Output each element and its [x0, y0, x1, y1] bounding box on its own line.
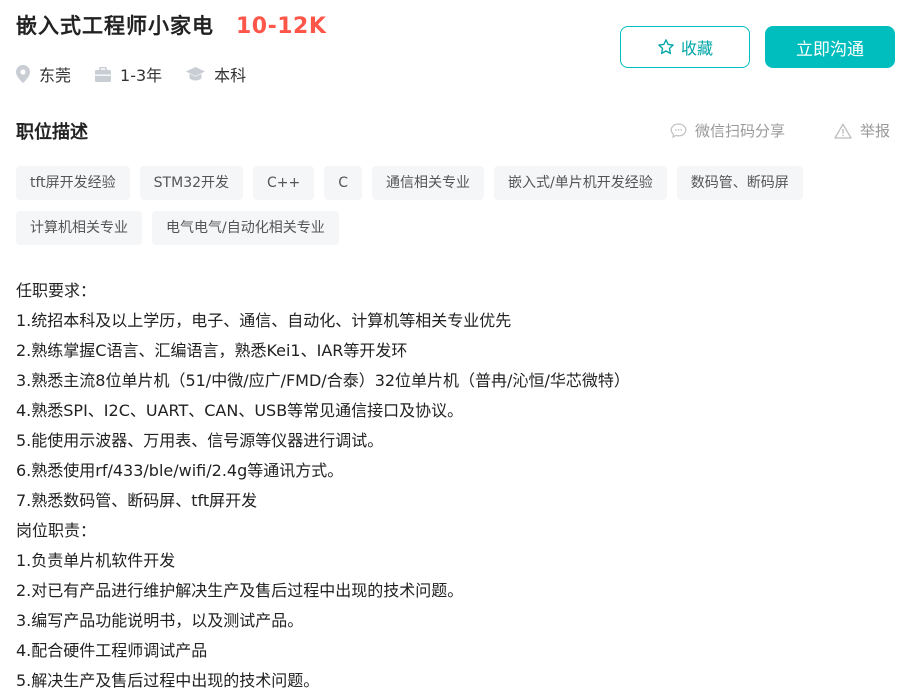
- description-line: 1.负责单片机软件开发: [16, 551, 176, 570]
- description-line: 2.熟练掌握C语言、汇编语言，熟悉Kei1、IAR等开发环: [16, 341, 408, 360]
- job-header: 嵌入式工程师小家电 10-12K 东莞 1-3年 本科 收藏 立即沟通: [16, 10, 895, 90]
- skill-tag: C: [324, 166, 363, 200]
- skill-tag: 电气电气/自动化相关专业: [152, 211, 339, 245]
- description-line: 1.统招本科及以上学历，电子、通信、自动化、计算机等相关专业优先: [16, 311, 512, 330]
- description-line: 2.对已有产品进行维护解决生产及售后过程中出现的技术问题。: [16, 581, 464, 600]
- star-icon: [658, 39, 674, 55]
- warning-icon: [834, 123, 852, 139]
- skill-tag: 通信相关专业: [372, 166, 485, 200]
- salary: 10-12K: [236, 14, 327, 39]
- section-title: 职位描述: [16, 122, 88, 143]
- description-line: 岗位职责：: [16, 521, 97, 540]
- description-line: 5.解决生产及售后过程中出现的技术问题。: [16, 671, 320, 690]
- briefcase-icon: [95, 66, 112, 82]
- education-text: 本科: [214, 66, 247, 85]
- description-line: 4.熟悉SPI、I2C、UART、CAN、USB等常见通信接口及协议。: [16, 401, 464, 420]
- experience-item: 1-3年: [95, 62, 162, 86]
- report-link[interactable]: 举报: [834, 120, 890, 141]
- description-line: 任职要求：: [16, 281, 97, 300]
- location-text: 东莞: [39, 66, 72, 85]
- section-header: 职位描述 微信扫码分享 举报: [16, 118, 896, 146]
- job-title: 嵌入式工程师小家电: [16, 14, 214, 38]
- skill-tag: STM32开发: [139, 166, 244, 200]
- skill-tag: 计算机相关专业: [16, 211, 142, 245]
- wechat-share-link[interactable]: 微信扫码分享: [670, 120, 785, 141]
- location-pin-icon: [16, 65, 30, 83]
- skill-tag: tft屏开发经验: [16, 166, 130, 200]
- description-line: 3.编写产品功能说明书，以及测试产品。: [16, 611, 304, 630]
- experience-text: 1-3年: [120, 66, 163, 85]
- education-item: 本科: [186, 62, 246, 86]
- skill-tag: 嵌入式/单片机开发经验: [494, 166, 667, 200]
- chat-now-button[interactable]: 立即沟通: [765, 26, 895, 68]
- title-row: 嵌入式工程师小家电 10-12K: [16, 10, 886, 40]
- description-line: 3.熟悉主流8位单片机（51/中微/应广/FMD/合泰）32位单片机（普冉/沁恒…: [16, 371, 630, 390]
- share-label: 微信扫码分享: [695, 122, 786, 140]
- description-line: 7.熟悉数码管、断码屏、tft屏开发: [16, 491, 258, 510]
- graduation-cap-icon: [186, 67, 206, 81]
- skill-tag: 数码管、断码屏: [676, 166, 803, 200]
- job-description: 任职要求： 1.统招本科及以上学历，电子、通信、自动化、计算机等相关专业优先 2…: [16, 276, 886, 696]
- favorite-label: 收藏: [680, 41, 713, 58]
- wechat-icon: [670, 122, 687, 138]
- favorite-button[interactable]: 收藏: [620, 26, 750, 68]
- skill-tag: C++: [253, 166, 315, 200]
- description-line: 5.能使用示波器、万用表、信号源等仪器进行调试。: [16, 431, 384, 450]
- description-line: 4.配合硬件工程师调试产品: [16, 641, 208, 660]
- description-line: 6.熟悉使用rf/433/ble/wifi/2.4g等通讯方式。: [16, 461, 344, 480]
- job-meta: 东莞 1-3年 本科: [16, 62, 270, 86]
- location-item: 东莞: [16, 62, 71, 86]
- skill-tags: tft屏开发经验 STM32开发 C++ C 通信相关专业 嵌入式/单片机开发经…: [16, 166, 896, 256]
- report-label: 举报: [860, 122, 891, 140]
